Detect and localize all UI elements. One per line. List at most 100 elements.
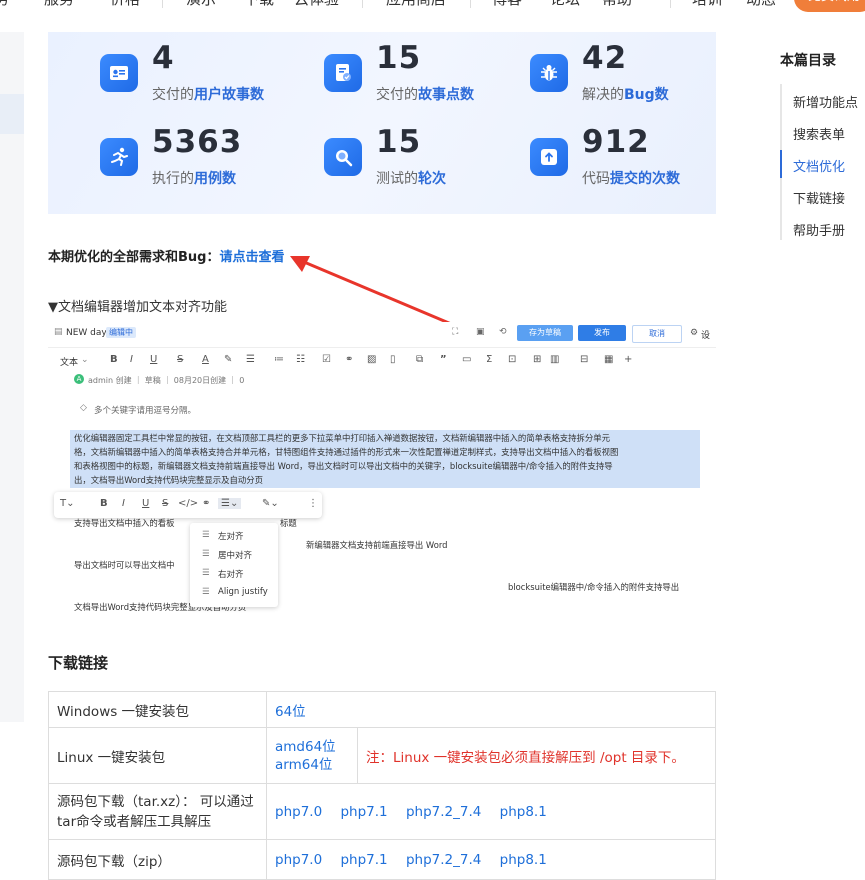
nav-item-cloud[interactable]: 云体验 [294, 0, 339, 9]
align-center-option[interactable]: 居中对齐 [218, 549, 252, 561]
sidebar-active-item[interactable] [0, 94, 24, 134]
nav-item-price[interactable]: 价格 [110, 0, 140, 9]
save-draft-button[interactable]: 存为草稿 [517, 325, 573, 341]
text-type-icon[interactable]: T⌄ [60, 498, 75, 509]
embed-icon[interactable]: ⊡ [508, 354, 516, 365]
download-link[interactable]: amd64位 [275, 738, 336, 756]
nav-divider [162, 0, 163, 8]
top-navigation: 务 服务 价格 演示 下载 云体验 应用商店 博客 论坛 帮助 培训 动态 免费… [0, 0, 865, 16]
stat-label: 交付的故事点数 [376, 87, 474, 103]
free-trial-button[interactable]: 免费试用 [794, 0, 865, 12]
magnifier-icon [324, 138, 362, 176]
cancel-button[interactable]: 取消 [632, 325, 682, 343]
toc-item-doc-optimize[interactable]: 文档优化 [793, 156, 845, 175]
text-style-select[interactable]: 文本 [60, 355, 78, 368]
align-justify-option[interactable]: Align justify [218, 587, 268, 597]
avatar: A [74, 374, 84, 384]
requirements-label: 本期优化的全部需求和Bug： [48, 250, 220, 265]
nav-item-download[interactable]: 下载 [244, 0, 274, 9]
align-left-icon: ☰ [202, 530, 210, 540]
columns-icon[interactable]: ▥ [550, 354, 559, 365]
bullet-list-icon[interactable]: ≔ [274, 354, 284, 365]
nav-item-appstore[interactable]: 应用商店 [386, 0, 446, 9]
stat-label: 执行的用例数 [152, 171, 236, 187]
requirements-line: 本期优化的全部需求和Bug：请点击查看 [48, 246, 285, 265]
download-link[interactable]: php7.0 [275, 804, 322, 820]
download-table: Windows 一键安装包 64位 Linux 一键安装包 amd64位 arm… [48, 691, 716, 880]
formula-icon[interactable]: Σ [486, 354, 492, 365]
settings-icon[interactable]: ⚙ [690, 328, 698, 338]
template-icon[interactable]: ⊟ [580, 354, 588, 365]
file-icon[interactable]: ▯ [390, 354, 396, 365]
download-link[interactable]: php7.1 [340, 804, 387, 820]
stat-number: 15 [376, 124, 422, 160]
stat-label: 测试的轮次 [376, 171, 446, 187]
download-link[interactable]: arm64位 [275, 756, 335, 774]
align-right-option[interactable]: 右对齐 [218, 568, 244, 580]
nav-item-demo[interactable]: 演示 [186, 0, 216, 9]
stat-number: 5363 [152, 124, 243, 160]
table-row: Linux 一键安装包 amd64位 arm64位 注：Linux 一键安装包必… [48, 727, 716, 784]
underline-icon[interactable]: U [150, 354, 157, 365]
bold-icon[interactable]: B [100, 498, 108, 509]
highlight-icon[interactable]: ✎⌄ [262, 498, 279, 509]
bold-icon[interactable]: B [110, 354, 118, 365]
download-link[interactable]: php7.1 [340, 852, 387, 868]
strike-icon[interactable]: S [162, 498, 168, 509]
underline-icon[interactable]: U [142, 498, 149, 509]
strike-icon[interactable]: S [177, 354, 183, 365]
toc-item-search-form[interactable]: 搜索表单 [793, 124, 845, 143]
nav-item-prev[interactable]: 务 [0, 0, 9, 9]
link-icon[interactable]: ⚭ [202, 498, 210, 509]
italic-icon[interactable]: I [122, 498, 125, 509]
table-icon[interactable]: ⊞ [533, 354, 541, 365]
quote-icon[interactable]: ” [440, 354, 447, 365]
linux-install-note: 注：Linux 一键安装包必须直接解压到 /opt 目录下。 [366, 749, 685, 766]
chevron-down-icon: ⌄ [81, 355, 89, 365]
code-icon[interactable]: ⧉ [416, 354, 423, 365]
outline-icon[interactable]: ▣ [476, 327, 485, 337]
nav-item-news[interactable]: 动态 [746, 0, 776, 9]
nav-item-help[interactable]: 帮助 [602, 0, 632, 9]
requirements-link[interactable]: 请点击查看 [219, 250, 284, 265]
toc-item-help-manual[interactable]: 帮助手册 [793, 220, 845, 239]
paragraph-line: 出，文档导出Word支持代码块完整显示及自动分页 [74, 475, 264, 485]
align-menu-icon[interactable]: ☰⌄ [218, 498, 242, 509]
fullscreen-icon[interactable]: ⛶ [452, 327, 458, 337]
download-link[interactable]: php8.1 [500, 852, 547, 868]
publish-button[interactable]: 发布 [578, 325, 626, 341]
document-check-icon [324, 54, 362, 92]
nav-item-blog[interactable]: 博客 [492, 0, 522, 9]
row-links: amd64位 arm64位 注：Linux 一键安装包必须直接解压到 /opt … [266, 727, 716, 784]
more-icon[interactable]: ⋮ [308, 498, 318, 509]
history-icon[interactable]: ⟲ [499, 327, 507, 337]
nav-item-service[interactable]: 服务 [44, 0, 74, 9]
stat-label: 代码提交的次数 [582, 171, 680, 187]
grid-icon[interactable]: ▦ [604, 354, 613, 365]
settings-label[interactable]: 设 [701, 328, 710, 341]
nav-item-forum[interactable]: 论坛 [550, 0, 580, 9]
checklist-icon[interactable]: ☑ [322, 354, 331, 365]
ordered-list-icon[interactable]: ☷ [296, 354, 305, 365]
code-icon[interactable]: </> [178, 498, 198, 509]
divider-icon[interactable]: ▭ [462, 354, 471, 365]
highlight-icon[interactable]: ✎ [224, 354, 232, 365]
more-insert-icon[interactable]: + [624, 354, 632, 365]
font-color-icon[interactable]: A [202, 354, 209, 365]
align-icon[interactable]: ☰ [246, 354, 255, 365]
image-icon[interactable]: ▨ [367, 354, 376, 365]
toc-item-new-features[interactable]: 新增功能点 [793, 92, 858, 111]
align-left-option[interactable]: 左对齐 [218, 530, 244, 542]
body-line: blocksuite编辑器中/命令插入的附件支持导出 [508, 582, 680, 592]
link-icon[interactable]: ⚭ [345, 354, 353, 365]
download-link[interactable]: php7.2_7.4 [406, 804, 481, 820]
toc-item-download-links[interactable]: 下载链接 [793, 188, 845, 207]
download-link[interactable]: php7.2_7.4 [406, 852, 481, 868]
stat-label: 交付的用户故事数 [152, 87, 264, 103]
download-link[interactable]: php7.0 [275, 852, 322, 868]
feature-title: ▼文档编辑器增加文本对齐功能 [48, 300, 227, 315]
nav-item-training[interactable]: 培训 [692, 0, 722, 9]
download-link[interactable]: php8.1 [500, 804, 547, 820]
italic-icon[interactable]: I [130, 354, 133, 365]
download-link[interactable]: 64位 [275, 704, 306, 720]
